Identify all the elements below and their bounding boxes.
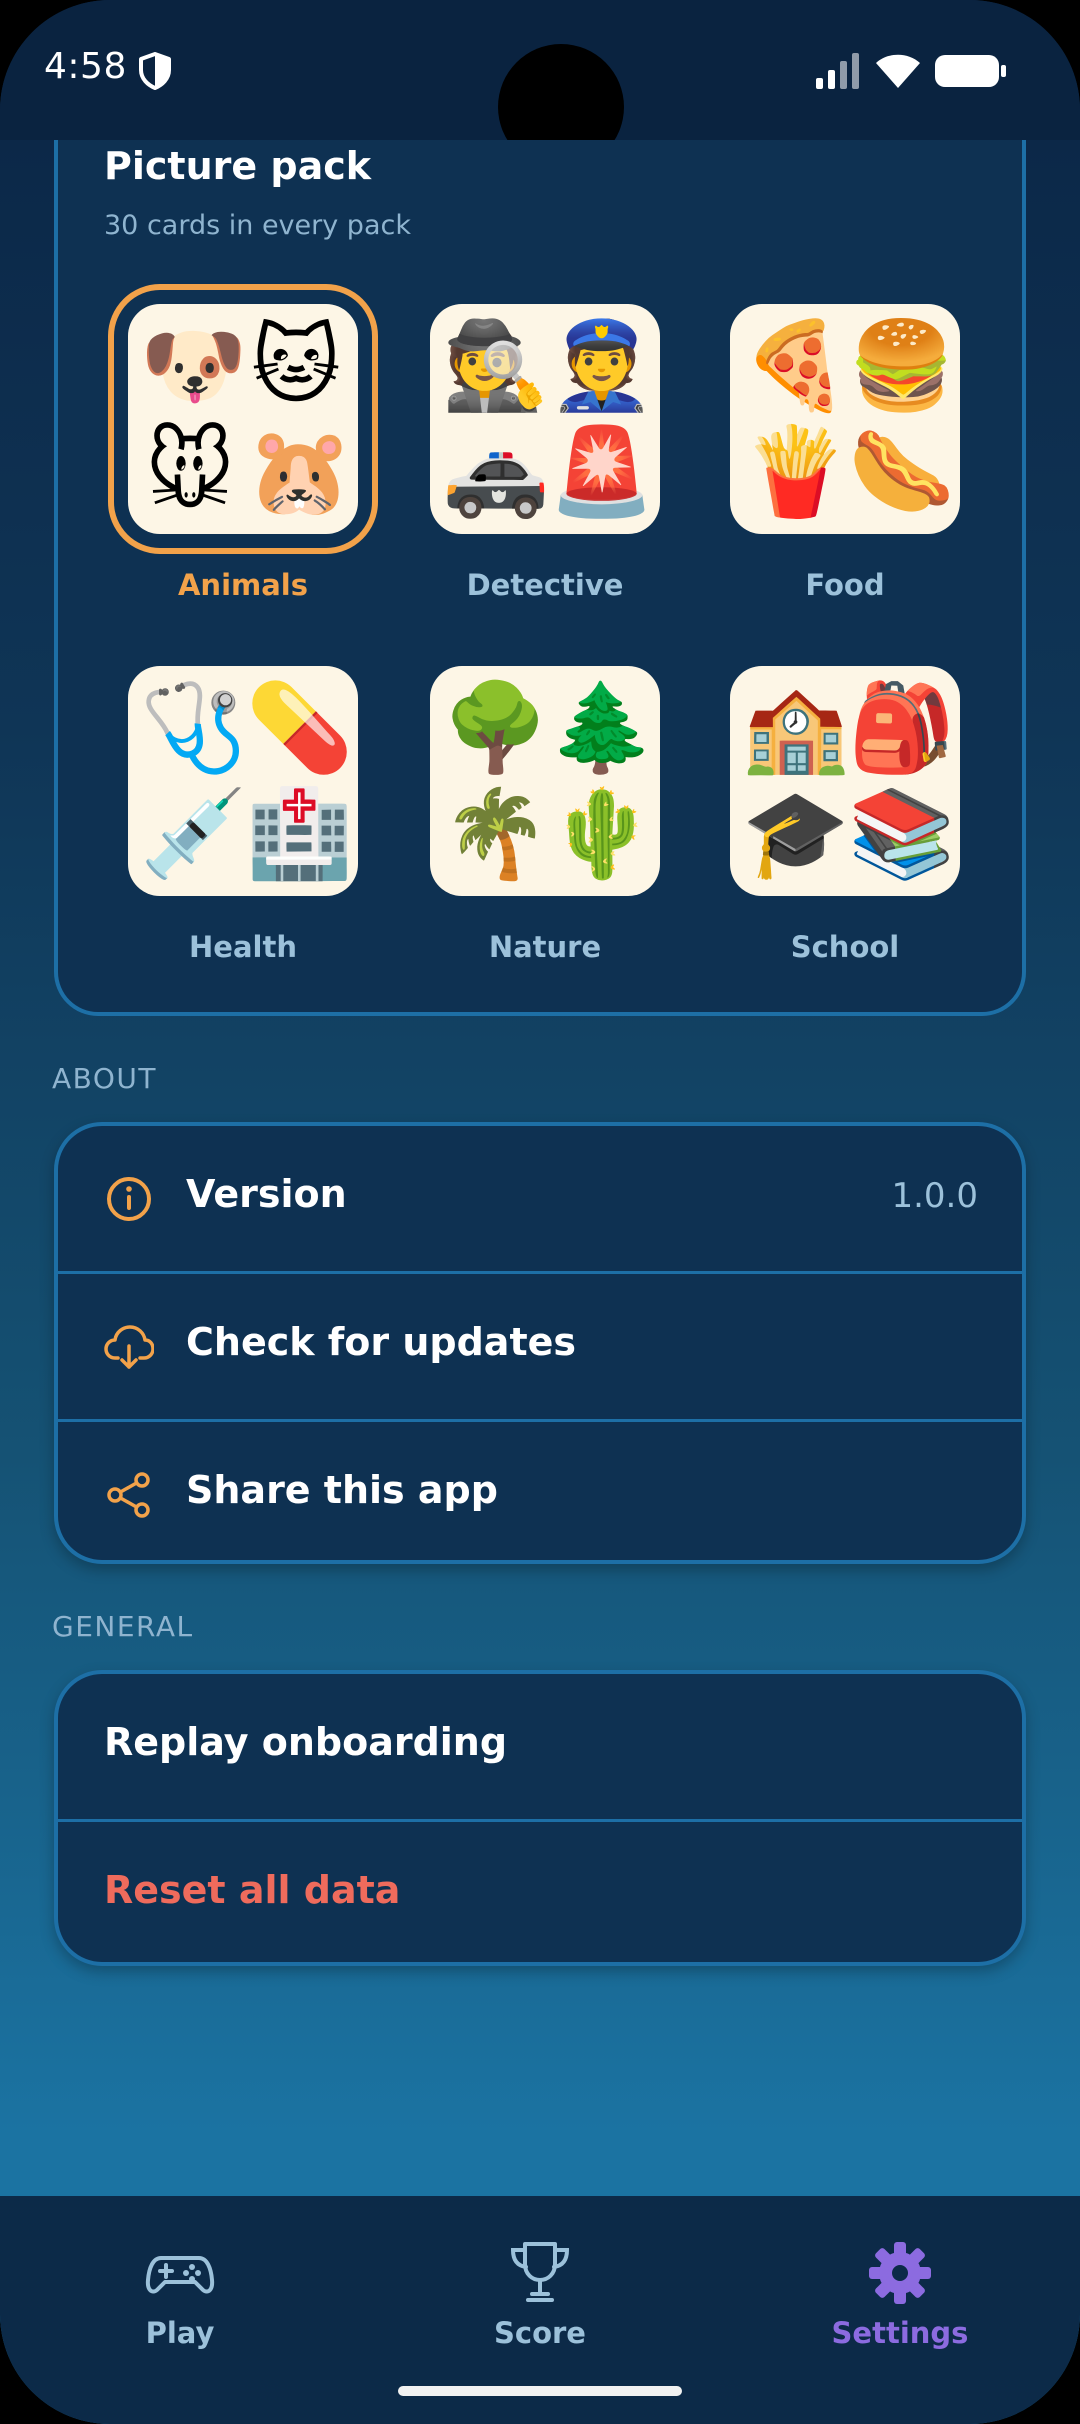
- pack-tile-health[interactable]: 🩺 💊 💉 🏥: [128, 666, 358, 896]
- pack-label-food[interactable]: Food: [715, 568, 975, 602]
- trophy-icon: [510, 2242, 570, 2302]
- police-car-icon: 🚓: [442, 422, 550, 522]
- dog-icon: 🐶: [140, 316, 248, 416]
- check-updates-row[interactable]: Check for updates: [58, 1274, 1022, 1422]
- picture-pack-title: Picture pack: [104, 144, 372, 188]
- picture-pack-card: Picture pack 30 cards in every pack 🐶 🐱 …: [54, 140, 1026, 1016]
- version-label: Version: [186, 1172, 347, 1216]
- palm-tree-icon: 🌴: [442, 784, 550, 884]
- picture-pack-subtitle: 30 cards in every pack: [104, 210, 411, 241]
- pack-label-nature[interactable]: Nature: [415, 930, 675, 964]
- stethoscope-icon: 🩺: [140, 678, 248, 778]
- cat-icon: 🐱: [251, 316, 341, 416]
- burger-icon: 🍔: [848, 316, 956, 416]
- nav-tab-settings[interactable]: Settings: [780, 2238, 1020, 2350]
- shield-icon: [139, 52, 171, 90]
- pack-tile-food[interactable]: 🍕 🍔 🍟 🌭: [730, 304, 960, 534]
- info-icon: [107, 1177, 151, 1221]
- about-section-header: ABOUT: [52, 1062, 158, 1095]
- pizza-icon: 🍕: [742, 316, 850, 416]
- nav-label-play: Play: [145, 2316, 215, 2350]
- general-group: Replay onboarding Reset all data: [54, 1670, 1026, 1966]
- cloud-download-icon: [104, 1325, 154, 1369]
- hamster-icon: 🐹: [246, 422, 354, 522]
- fries-icon: 🍟: [742, 422, 850, 522]
- version-value: 1.0.0: [891, 1176, 978, 1216]
- replay-onboarding-row[interactable]: Replay onboarding: [58, 1674, 1022, 1822]
- general-section-header: GENERAL: [52, 1610, 194, 1643]
- school-icon: 🏫: [742, 678, 850, 778]
- siren-icon: 🚨: [548, 422, 656, 522]
- status-bar: 4:58: [0, 0, 1080, 170]
- share-app-row[interactable]: Share this app: [58, 1422, 1022, 1560]
- share-icon: [107, 1472, 150, 1518]
- home-indicator[interactable]: [398, 2386, 682, 2396]
- mouse-icon: 🐭: [145, 422, 235, 522]
- pill-icon: 💊: [246, 678, 354, 778]
- nav-tab-score[interactable]: Score: [420, 2238, 660, 2350]
- police-officer-icon: 👮: [548, 316, 656, 416]
- nav-label-score: Score: [494, 2316, 586, 2350]
- hotdog-icon: 🌭: [848, 422, 956, 522]
- gear-icon: [869, 2242, 931, 2304]
- hospital-icon: 🏥: [246, 784, 354, 884]
- reset-data-row[interactable]: Reset all data: [58, 1822, 1022, 1962]
- wifi-icon: [876, 54, 920, 88]
- pack-label-school[interactable]: School: [715, 930, 975, 964]
- detective-icon: 🕵️: [442, 316, 550, 416]
- backpack-icon: 🎒: [848, 678, 956, 778]
- tree-icon: 🌳: [442, 678, 550, 778]
- check-updates-label: Check for updates: [186, 1320, 577, 1364]
- status-time: 4:58: [44, 46, 127, 87]
- battery-icon: [935, 55, 1006, 87]
- syringe-icon: 💉: [140, 784, 248, 884]
- nav-label-settings: Settings: [831, 2316, 969, 2350]
- pack-label-health[interactable]: Health: [113, 930, 373, 964]
- evergreen-icon: 🌲: [548, 678, 656, 778]
- reset-data-label: Reset all data: [104, 1868, 401, 1912]
- phone-screen: 4:58 Picture pack 30 cards in every pack…: [0, 0, 1080, 2424]
- cactus-icon: 🌵: [548, 784, 656, 884]
- replay-onboarding-label: Replay onboarding: [104, 1720, 508, 1764]
- pack-tile-animals[interactable]: 🐶 🐱 🐭 🐹: [128, 304, 358, 534]
- pack-tile-school[interactable]: 🏫 🎒 🎓 📚: [730, 666, 960, 896]
- gamepad-icon: [145, 2256, 215, 2294]
- graduation-cap-icon: 🎓: [742, 784, 850, 884]
- pack-tile-detective[interactable]: 🕵️ 👮 🚓 🚨: [430, 304, 660, 534]
- pack-label-detective[interactable]: Detective: [415, 568, 675, 602]
- about-group: Version 1.0.0 Check for updates Share th…: [54, 1122, 1026, 1564]
- books-icon: 📚: [848, 784, 956, 884]
- share-app-label: Share this app: [186, 1468, 498, 1512]
- version-row: Version 1.0.0: [58, 1126, 1022, 1274]
- pack-label-animals[interactable]: Animals: [113, 568, 373, 602]
- signal-icon: [816, 53, 859, 89]
- pack-tile-nature[interactable]: 🌳 🌲 🌴 🌵: [430, 666, 660, 896]
- nav-tab-play[interactable]: Play: [60, 2238, 300, 2350]
